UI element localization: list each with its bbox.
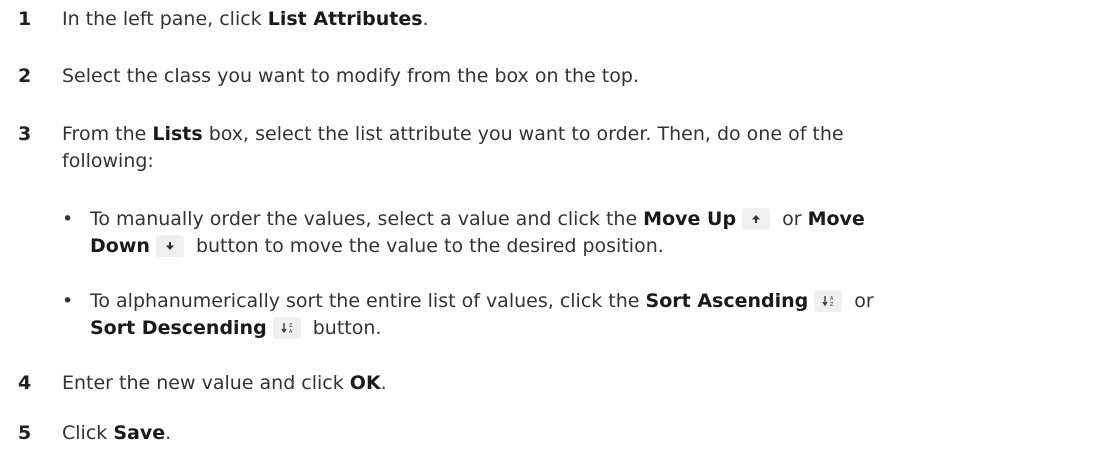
step-text: From the Lists box, select the list attr… bbox=[62, 123, 844, 172]
bullet-text: To alphanumerically sort the entire list… bbox=[90, 290, 874, 339]
step-number: 1 bbox=[18, 8, 32, 30]
step-text: Select the class you want to modify from… bbox=[62, 65, 639, 87]
bullet-dot: • bbox=[62, 208, 74, 230]
arrow-down-icon bbox=[155, 235, 184, 257]
step-number: 4 bbox=[18, 372, 32, 394]
step-text: Enter the new value and click OK. bbox=[62, 372, 387, 394]
step-number: 2 bbox=[18, 65, 32, 87]
step-text: Click Save. bbox=[62, 422, 172, 444]
arrow-up-icon bbox=[742, 208, 771, 230]
step-text: In the left pane, click List Attributes. bbox=[62, 8, 429, 30]
ok-label: OK bbox=[349, 372, 381, 394]
svg-text:Z: Z bbox=[830, 302, 834, 307]
lists-label: Lists bbox=[152, 123, 203, 145]
step-number: 5 bbox=[18, 422, 32, 444]
sort-descending-icon: ZA bbox=[272, 317, 301, 339]
bullet-text: To manually order the values, select a v… bbox=[90, 208, 865, 257]
bullet-dot: • bbox=[62, 290, 74, 312]
sort-ascending-icon: AZ bbox=[814, 290, 843, 312]
svg-text:A: A bbox=[289, 329, 293, 334]
save-label: Save bbox=[113, 422, 166, 444]
step-number: 3 bbox=[18, 123, 32, 145]
list-attributes-label: List Attributes bbox=[267, 8, 423, 30]
